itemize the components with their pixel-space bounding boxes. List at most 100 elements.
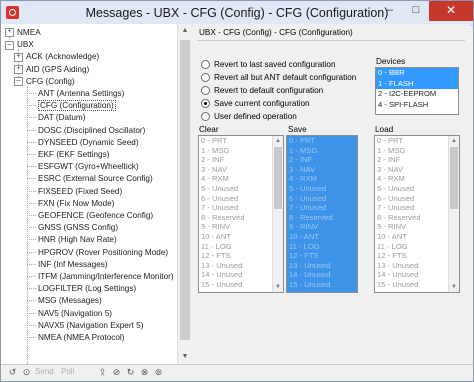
tree-item[interactable]: ANT (Antenna Settings)	[38, 88, 124, 99]
device-item[interactable]: 0 - BBR	[376, 68, 458, 79]
section-item[interactable]: 2 - INF	[199, 155, 283, 165]
tree-item[interactable]: FXN (Fix Now Mode)	[38, 198, 114, 209]
tree-item[interactable]: DAT (Datum)	[38, 112, 85, 123]
section-item[interactable]: 1 - MSG	[375, 146, 459, 156]
radio-button-icon[interactable]	[201, 73, 210, 83]
close-button[interactable]: ✕	[429, 1, 473, 21]
tree-item[interactable]: GNSS (GNSS Config)	[38, 222, 118, 233]
message-tree[interactable]: + NMEA – UBX + ACK (Acknowledge) + AID (GPS Aid…	[1, 24, 178, 364]
tree-item[interactable]: FIXSEED (Fixed Seed)	[38, 186, 122, 197]
tree-item[interactable]: ESRC (External Source Config)	[38, 173, 153, 184]
send-icon[interactable]: ⇪	[97, 367, 108, 378]
tree-item[interactable]: EKF (EKF Settings)	[38, 149, 109, 160]
section-item[interactable]: 15 - Unused	[375, 280, 459, 290]
radio-option[interactable]: User defined operation	[201, 111, 297, 123]
tree-item[interactable]: ITFM (Jamming/Interference Monitor)	[38, 271, 174, 282]
section-item[interactable]: 1 - MSG	[287, 146, 357, 156]
link-icon[interactable]: ⊗	[139, 367, 150, 378]
tree-item[interactable]: LOGFILTER (Log Settings)	[38, 283, 136, 294]
collapse-icon[interactable]: –	[5, 40, 14, 50]
minimize-button[interactable]: –	[377, 1, 403, 21]
section-item[interactable]: 15 - Unused	[287, 280, 357, 290]
section-item[interactable]: 14 - Unused	[199, 270, 283, 280]
section-item[interactable]: 1 - MSG	[199, 146, 283, 156]
section-item[interactable]: 13 - Unused	[375, 261, 459, 271]
section-item[interactable]: 12 - FTS	[375, 251, 459, 261]
section-item[interactable]: 4 - RXM	[199, 174, 283, 184]
tree-item[interactable]: GEOFENCE (Geofence Config)	[38, 210, 153, 221]
section-item[interactable]: 9 - RINV	[375, 222, 459, 232]
refresh-icon[interactable]: ↺	[7, 367, 18, 378]
section-item[interactable]: 0 - PRT	[199, 136, 283, 146]
section-item[interactable]: 8 - Reserved	[375, 213, 459, 223]
section-item[interactable]: 6 - Unused	[287, 194, 357, 204]
section-item[interactable]: 12 - FTS	[287, 251, 357, 261]
section-item[interactable]: 7 - Unused	[199, 203, 283, 213]
section-item[interactable]: 10 - ANT	[199, 232, 283, 242]
save-list[interactable]: 0 - PRT 1 - MSG 2 - INF 3 - NAV 4 - RXM 5 - U…	[286, 135, 358, 293]
expand-icon[interactable]: +	[14, 52, 23, 62]
section-item[interactable]: 7 - Unused	[375, 203, 459, 213]
scroll-down-icon[interactable]: ▼	[178, 350, 192, 364]
tree-item[interactable]: + AID (GPS Aiding)	[14, 64, 89, 75]
radio-option[interactable]: Revert to default configuration	[201, 85, 323, 97]
device-item[interactable]: 1 - FLASH	[376, 78, 458, 89]
expand-icon[interactable]: +	[5, 28, 14, 38]
tree-item[interactable]: HNR (High Nav Rate)	[38, 234, 117, 245]
section-item[interactable]: 12 - FTS	[199, 251, 283, 261]
section-item[interactable]: 13 - Unused	[199, 261, 283, 271]
tree-scrollbar[interactable]: ▲ ▼	[177, 24, 192, 364]
poll-icon[interactable]: ⊙	[21, 367, 32, 378]
collapse-icon[interactable]: –	[14, 77, 23, 87]
section-item[interactable]: 11 - LOG	[287, 242, 357, 252]
send-button[interactable]: Send	[35, 367, 54, 376]
tree-item[interactable]: + NMEA	[5, 27, 41, 38]
tree-item[interactable]: + ACK (Acknowledge)	[14, 51, 99, 62]
tree-item[interactable]: NAV5 (Navigation 5)	[38, 308, 112, 319]
section-item[interactable]: 9 - RINV	[199, 222, 283, 232]
scroll-thumb[interactable]	[450, 147, 458, 209]
section-item[interactable]: 3 - NAV	[199, 165, 283, 175]
list-scrollbar[interactable]: ▲ ▼	[272, 136, 283, 292]
radio-button-icon[interactable]	[201, 99, 210, 109]
tree-item[interactable]: INF (Inf Messages)	[38, 259, 108, 270]
section-item[interactable]: 9 - RINV	[287, 222, 357, 232]
expand-icon[interactable]: +	[14, 64, 23, 74]
section-item[interactable]: 5 - Unused	[287, 184, 357, 194]
tree-item[interactable]: DOSC (Disciplined Oscillator)	[38, 125, 145, 136]
section-item[interactable]: 2 - INF	[375, 155, 459, 165]
tree-item[interactable]: NMEA (NMEA Protocol)	[38, 332, 124, 343]
radio-button-icon[interactable]	[201, 86, 210, 96]
section-item[interactable]: 3 - NAV	[375, 165, 459, 175]
scroll-thumb[interactable]	[274, 147, 282, 209]
tree-item[interactable]: NAVX5 (Navigation Expert 5)	[38, 320, 143, 331]
section-item[interactable]: 11 - LOG	[199, 242, 283, 252]
tree-item[interactable]: MSG (Messages)	[38, 295, 102, 306]
section-item[interactable]: 11 - LOG	[375, 242, 459, 252]
radio-option[interactable]: Revert to last saved configuration	[201, 59, 336, 71]
list-scrollbar[interactable]: ▲ ▼	[448, 136, 459, 292]
tree-item[interactable]: CFG (Configuration)	[38, 100, 116, 112]
device-item[interactable]: 4 - SPI-FLASH	[376, 100, 458, 111]
tree-item[interactable]: – CFG (Config)	[14, 76, 75, 87]
section-item[interactable]: 10 - ANT	[287, 232, 357, 242]
section-item[interactable]: 3 - NAV	[287, 165, 357, 175]
tree-item[interactable]: DYNSEED (Dynamic Seed)	[38, 137, 139, 148]
scroll-thumb[interactable]	[180, 40, 190, 340]
section-item[interactable]: 0 - PRT	[375, 136, 459, 146]
section-item[interactable]: 14 - Unused	[287, 270, 357, 280]
device-item[interactable]: 2 - I2C-EEPROM	[376, 89, 458, 100]
section-item[interactable]: 10 - ANT	[375, 232, 459, 242]
section-item[interactable]: 7 - Unused	[287, 203, 357, 213]
section-item[interactable]: 14 - Unused	[375, 270, 459, 280]
poll-button[interactable]: Poll	[61, 367, 74, 376]
section-item[interactable]: 8 - Reserved	[287, 213, 357, 223]
section-item[interactable]: 2 - INF	[287, 155, 357, 165]
radio-option[interactable]: Revert all but ANT default configuration	[201, 72, 356, 84]
section-item[interactable]: 0 - PRT	[287, 136, 357, 146]
radio-option[interactable]: Save current configuration	[201, 98, 310, 110]
scroll-up-icon[interactable]: ▲	[178, 24, 192, 38]
poll-alt-icon[interactable]: ⊚	[153, 367, 164, 378]
refresh-alt-icon[interactable]: ↻	[125, 367, 136, 378]
section-item[interactable]: 6 - Unused	[199, 194, 283, 204]
